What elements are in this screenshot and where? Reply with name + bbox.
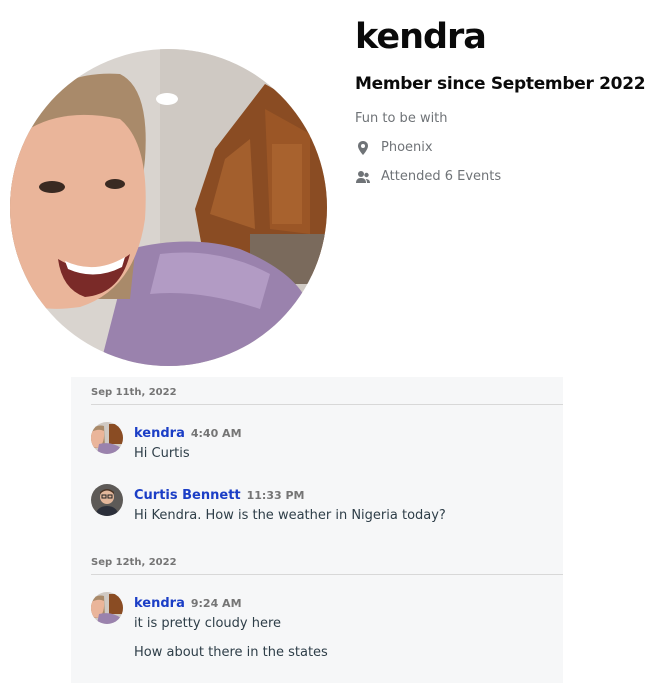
profile-photo: [10, 49, 327, 366]
message-time: 4:40 AM: [190, 427, 242, 440]
profile-name: kendra: [355, 17, 487, 57]
avatar[interactable]: [91, 484, 123, 516]
message-text: How about there in the states: [134, 645, 328, 660]
profile-bio: Fun to be with: [355, 111, 448, 126]
profile-events: Attended 6 Events: [355, 168, 501, 186]
avatar[interactable]: [91, 592, 123, 624]
message-text: it is pretty cloudy here: [134, 616, 282, 631]
avatar[interactable]: [91, 422, 123, 454]
conversation-panel: Sep 11th, 2022 kendra 4:40 AM Hi Curtis: [71, 377, 563, 683]
date-divider: Sep 12th, 2022: [91, 556, 563, 575]
events-text: Attended 6 Events: [381, 169, 502, 184]
people-icon: [355, 169, 371, 185]
location-text: Phoenix: [381, 140, 433, 155]
profile-location: Phoenix: [355, 139, 433, 157]
message-text: Hi Curtis: [134, 446, 190, 461]
date-divider: Sep 11th, 2022: [91, 386, 563, 405]
message-text: Hi Kendra. How is the weather in Nigeria…: [134, 508, 446, 523]
sender-name[interactable]: Curtis Bennett: [134, 488, 241, 503]
message-time: 9:24 AM: [190, 597, 242, 610]
message-time: 11:33 PM: [246, 489, 305, 502]
sender-name[interactable]: kendra: [134, 426, 185, 441]
member-since: Member since September 2022: [355, 74, 646, 94]
sender-name[interactable]: kendra: [134, 596, 185, 611]
map-pin-icon: [355, 140, 371, 156]
